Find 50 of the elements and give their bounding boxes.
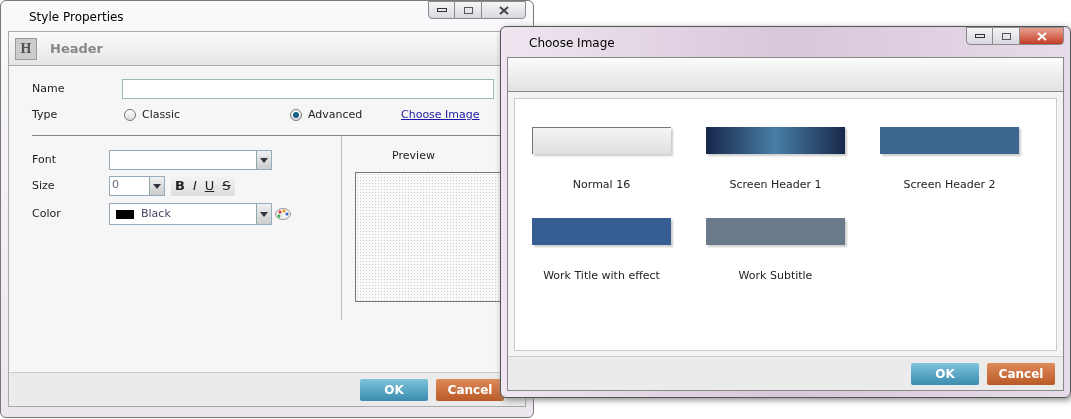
close-icon [498, 5, 509, 15]
choose-image-link[interactable]: Choose Image [401, 106, 480, 124]
preview-label: Preview [391, 148, 436, 164]
style-thumbnail[interactable] [706, 217, 845, 245]
window-title: Choose Image [529, 35, 615, 52]
dropdown-button[interactable] [256, 204, 271, 224]
style-thumbnail[interactable] [532, 127, 671, 154]
header-badge: H [15, 37, 37, 60]
image-label: Screen Header 1 [729, 177, 822, 193]
minimize-button[interactable] [966, 27, 993, 45]
italic-button[interactable]: I [192, 176, 197, 196]
name-field[interactable] [122, 79, 494, 99]
size-dropdown[interactable]: 0 [109, 176, 165, 196]
header-title: Header [50, 39, 103, 58]
dropdown-button[interactable] [149, 177, 164, 195]
cancel-button[interactable]: Cancel [987, 362, 1055, 385]
radio-button[interactable] [290, 109, 302, 121]
window-title: Style Properties [29, 9, 124, 26]
caret-icon [260, 157, 268, 163]
image-label: Work Title with effect [543, 267, 660, 284]
maximize-button[interactable] [993, 27, 1019, 45]
field-label: Color [32, 205, 62, 222]
radio-label: Advanced [308, 106, 363, 123]
color-dropdown[interactable]: Black [109, 203, 272, 225]
radio-button[interactable] [124, 109, 136, 121]
close-button[interactable] [1019, 27, 1064, 45]
field-label: Size [32, 177, 56, 194]
image-label: Screen Header 2 [903, 177, 996, 193]
underline-button[interactable]: U [204, 176, 215, 196]
image-label: Normal 16 [572, 177, 631, 193]
style-thumbnail[interactable] [706, 127, 845, 154]
cancel-button[interactable]: Cancel [436, 378, 504, 401]
palette-icon[interactable] [275, 208, 291, 220]
image-label: Work Subtitle [738, 267, 813, 284]
minimize-button[interactable] [428, 1, 455, 19]
color-swatch [116, 209, 134, 219]
strike-button[interactable]: S [222, 176, 231, 196]
style-thumbnail[interactable] [532, 217, 671, 245]
bold-button[interactable]: B [175, 176, 185, 196]
field-label: Font [32, 151, 57, 168]
maximize-button[interactable] [455, 1, 481, 19]
caret-icon [153, 183, 161, 189]
dropdown-button[interactable] [256, 151, 271, 169]
close-icon [1036, 31, 1047, 41]
style-thumbnail[interactable] [880, 127, 1019, 154]
field-label: Type [32, 106, 59, 123]
caret-icon [260, 211, 268, 217]
radio-label: Classic [142, 106, 181, 123]
close-button[interactable] [481, 1, 526, 19]
field-label: Name [32, 80, 66, 97]
